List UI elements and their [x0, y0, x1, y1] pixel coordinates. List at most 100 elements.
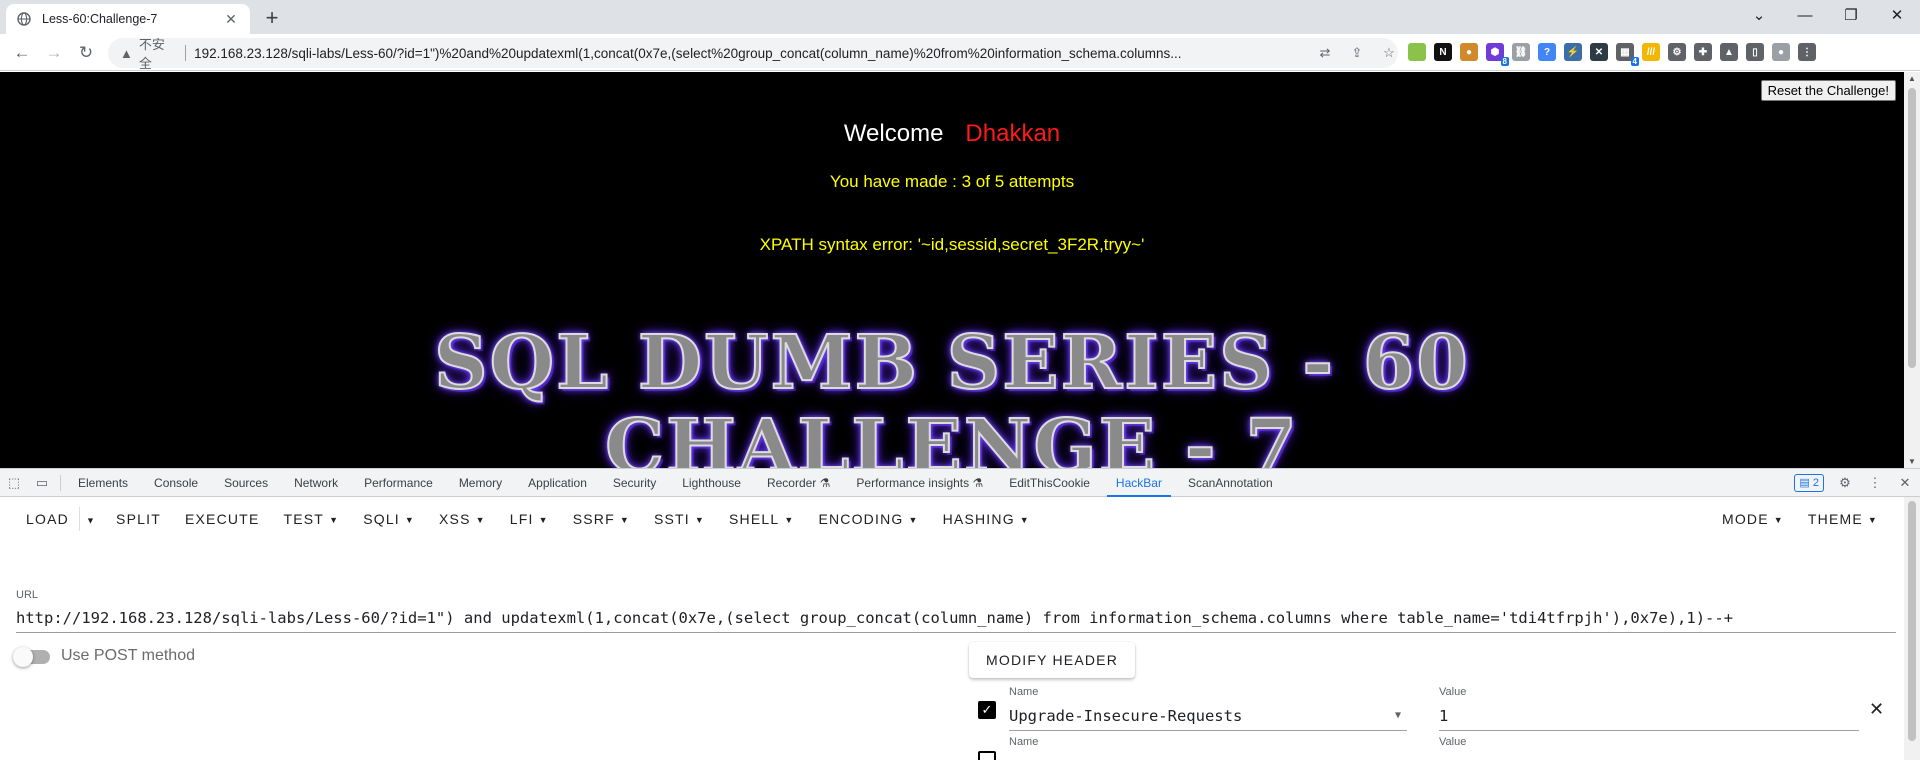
- header-name-value: Upgrade-Insecure-Requests: [1009, 707, 1243, 725]
- issues-badge[interactable]: ▤ 2: [1794, 474, 1824, 492]
- address-bar[interactable]: ▲ 不安全 192.168.23.128/sqli-labs/Less-60/?…: [108, 37, 1398, 71]
- devtools-tab-security[interactable]: Security: [600, 469, 669, 497]
- new-tab-icon[interactable]: +: [258, 5, 286, 33]
- sidepanel-ext-icon[interactable]: ▯: [1746, 43, 1764, 61]
- hackbar-ssrf-button[interactable]: SSRF ▼: [561, 501, 642, 537]
- url-label: URL: [16, 589, 39, 601]
- stripe-ext-icon-glyph: ///: [1646, 46, 1656, 58]
- puzzle-ext-icon[interactable]: ✚: [1694, 43, 1712, 61]
- banner-title-line2: CHALLENGE - 7: [604, 403, 1299, 468]
- devtools-tab-bar: ⬚ ▭ Elements Console Sources Network Perform…: [0, 469, 1920, 497]
- hackbar-mode-button[interactable]: MODE ▼: [1710, 501, 1796, 537]
- devtools-tab-console[interactable]: Console: [141, 469, 211, 497]
- maximize-icon[interactable]: ❐: [1828, 0, 1874, 30]
- load-options-dropdown[interactable]: ▼: [78, 507, 102, 531]
- cookie-ext-icon[interactable]: ●: [1460, 43, 1478, 61]
- caret-down-icon: ▼: [908, 515, 919, 526]
- notion-ext-icon[interactable]: N: [1434, 43, 1452, 61]
- modify-header-button[interactable]: MODIFY HEADER: [969, 642, 1136, 678]
- address-url[interactable]: 192.168.23.128/sqli-labs/Less-60/?id=1")…: [194, 46, 1306, 61]
- profile-ext-icon[interactable]: ●: [1772, 43, 1790, 61]
- share-icon[interactable]: ⇪: [1348, 45, 1366, 61]
- bookmark-star-icon[interactable]: ☆: [1380, 45, 1398, 61]
- menu-ext-icon[interactable]: ⋮: [1798, 43, 1816, 61]
- hackbar-load-button[interactable]: LOAD: [16, 501, 77, 537]
- devtools-tab-editthiscookie[interactable]: EditThisCookie: [996, 469, 1103, 497]
- close-window-icon[interactable]: ✕: [1874, 0, 1920, 30]
- circle-ext-icon[interactable]: [1408, 43, 1426, 61]
- link-ext-icon[interactable]: ⛓: [1512, 43, 1530, 61]
- hackbar-xss-button[interactable]: XSS ▼: [427, 501, 498, 537]
- header-value-label: Value: [1439, 686, 1467, 698]
- devtools-close-icon[interactable]: ✕: [1896, 469, 1914, 497]
- devtools-tab-application[interactable]: Application: [515, 469, 600, 497]
- header-enabled-checkbox[interactable]: [978, 751, 996, 760]
- url-input[interactable]: http://192.168.23.128/sqli-labs/Less-60/…: [16, 605, 1896, 633]
- devtools-tab-performance-insights[interactable]: Performance insights ⚗: [843, 469, 996, 497]
- dev-ext-icon[interactable]: ⚡: [1564, 43, 1582, 61]
- pin-ext-icon[interactable]: ?: [1538, 43, 1556, 61]
- devtools-tab-elements[interactable]: Elements: [65, 469, 141, 497]
- scroll-up-icon[interactable]: ▲: [1904, 74, 1920, 83]
- hackbar-scrollbar[interactable]: [1904, 497, 1920, 760]
- devtools-tab-memory[interactable]: Memory: [446, 469, 515, 497]
- browser-tab[interactable]: Less-60:Challenge-7 ✕: [6, 4, 250, 34]
- issues-count: 2: [1812, 477, 1819, 489]
- hex-ext-icon[interactable]: ⬢ 8: [1486, 43, 1509, 66]
- hackbar-test-button[interactable]: TEST ▼: [271, 501, 351, 537]
- hackbar-split-button[interactable]: SPLIT: [104, 501, 173, 537]
- flask-ext-icon[interactable]: ▲: [1720, 43, 1738, 61]
- grid-ext-icon[interactable]: ▦ 4: [1616, 43, 1639, 66]
- gear-ext-icon[interactable]: ⚙: [1668, 43, 1686, 61]
- page-scrollbar[interactable]: ▲ ▼: [1904, 72, 1920, 468]
- inspect-element-icon[interactable]: ⬚: [0, 469, 28, 497]
- banner-title-line1: SQL DUMB SERIES - 60: [433, 319, 1470, 407]
- page-scrollbar-thumb[interactable]: [1908, 88, 1916, 368]
- device-toolbar-icon[interactable]: ▭: [28, 469, 56, 497]
- devtools-tab-lighthouse[interactable]: Lighthouse: [669, 469, 754, 497]
- header-name-select[interactable]: Upgrade-Insecure-Requests ▼: [1009, 703, 1407, 731]
- tab-search-chevron-icon[interactable]: ⌄: [1736, 0, 1782, 30]
- devtools-tab-hackbar[interactable]: HackBar: [1103, 469, 1175, 497]
- hex-ext-icon-glyph: ⬢: [1490, 46, 1500, 58]
- hackbar-lfi-button[interactable]: LFI ▼: [498, 501, 561, 537]
- devtools-tab-sources[interactable]: Sources: [211, 469, 281, 497]
- warning-icon: ▲: [120, 45, 133, 61]
- hackbar-execute-label: EXECUTE: [184, 511, 260, 527]
- devtools-tab-recorder[interactable]: Recorder ⚗: [754, 469, 843, 497]
- hackbar-hashing-button[interactable]: HASHING ▼: [931, 501, 1042, 537]
- settings-gear-icon[interactable]: ⚙: [1836, 469, 1854, 497]
- tab-close-icon[interactable]: ✕: [222, 11, 240, 28]
- stripe-ext-icon[interactable]: ///: [1642, 43, 1660, 61]
- post-method-toggle[interactable]: [13, 647, 50, 667]
- hackbar-encoding-button[interactable]: ENCODING ▼: [806, 501, 930, 537]
- reload-icon[interactable]: ↻: [72, 39, 100, 67]
- caret-down-icon: ▼: [475, 515, 486, 526]
- reset-challenge-button[interactable]: Reset the Challenge!: [1760, 80, 1896, 101]
- tab-title: Less-60:Challenge-7: [42, 12, 158, 26]
- devtools-tab-scanannotation[interactable]: ScanAnnotation: [1175, 469, 1286, 497]
- forward-icon[interactable]: →: [40, 39, 68, 67]
- omnibox-divider: [185, 45, 187, 61]
- hackbar-execute-button[interactable]: EXECUTE: [173, 501, 272, 537]
- devtools-tab-performance[interactable]: Performance: [351, 469, 446, 497]
- remove-header-icon[interactable]: ✕: [1869, 699, 1884, 720]
- hackbar-ssti-button[interactable]: SSTI ▼: [642, 501, 717, 537]
- hackbar-shell-button[interactable]: SHELL ▼: [717, 501, 806, 537]
- hackbar-scrollbar-thumb[interactable]: [1908, 501, 1916, 741]
- dropdown-caret-icon: ▼: [1394, 710, 1401, 721]
- header-name-label: Name: [1009, 736, 1039, 748]
- back-icon[interactable]: ←: [8, 39, 36, 67]
- translate-icon[interactable]: ⇄: [1316, 45, 1334, 61]
- notion-ext-icon-glyph: N: [1439, 46, 1447, 58]
- hackbar-theme-button[interactable]: THEME ▼: [1796, 501, 1890, 537]
- header-enabled-checkbox[interactable]: ✓: [978, 701, 996, 719]
- x-ext-icon[interactable]: ✕: [1590, 43, 1608, 61]
- devtools-menu-icon[interactable]: ⋮: [1866, 469, 1884, 497]
- minimize-icon[interactable]: —: [1782, 0, 1828, 30]
- header-value-input[interactable]: 1: [1439, 703, 1859, 731]
- devtools-tab-network[interactable]: Network: [281, 469, 351, 497]
- scroll-down-icon[interactable]: ▼: [1904, 457, 1920, 466]
- welcome-line: Welcome Dhakkan: [0, 120, 1904, 148]
- hackbar-sqli-button[interactable]: SQLI ▼: [351, 501, 427, 537]
